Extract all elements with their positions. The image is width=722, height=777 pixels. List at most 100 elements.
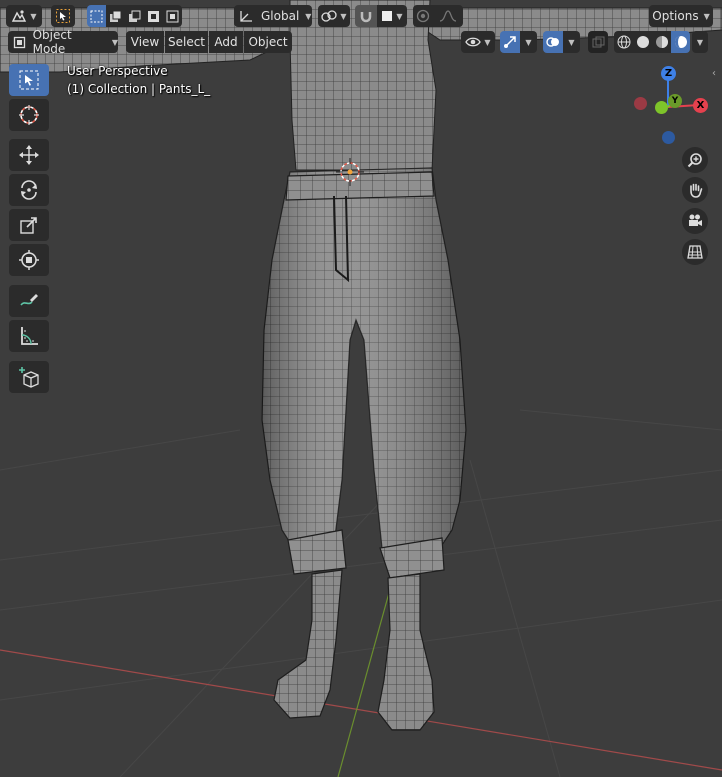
zoom-button[interactable] — [682, 147, 708, 173]
blender-3d-viewport-editor: ▼ Global ▼ ▼ ▼ Options ▼ Object Mode ▼ V… — [0, 0, 722, 777]
rendered-sphere-icon — [674, 36, 687, 48]
editor-type-button[interactable]: ▼ — [6, 5, 42, 27]
gizmo-toggle[interactable] — [500, 31, 520, 53]
measure-ruler-icon — [21, 327, 38, 345]
body-mesh[interactable] — [0, 0, 722, 731]
transform-orientation-dropdown[interactable]: Global ▼ — [234, 5, 312, 27]
chevron-left-icon: ‹ — [712, 68, 716, 79]
3d-viewport[interactable]: ▼ Global ▼ ▼ ▼ Options ▼ Object Mode ▼ V… — [0, 0, 722, 777]
gizmo-z-axis[interactable]: Z — [661, 66, 676, 81]
sidebar-toggle[interactable]: ‹ — [710, 60, 722, 90]
tool-scale[interactable] — [9, 209, 49, 241]
rotate-icon — [21, 180, 37, 200]
select-subtract-button[interactable] — [125, 5, 144, 27]
proportional-falloff-dropdown[interactable] — [433, 5, 463, 27]
floor-grid — [0, 409, 722, 777]
move-icon — [19, 145, 39, 165]
select-new-icon — [90, 10, 103, 22]
pan-button[interactable] — [682, 177, 708, 203]
object-mode-label: Object Mode — [32, 28, 72, 56]
editor-type-icon — [12, 10, 27, 22]
select-new-button[interactable] — [87, 5, 106, 27]
shading-dropdown[interactable]: ▼ — [692, 31, 708, 53]
add-cube-icon — [19, 367, 39, 388]
hand-icon — [690, 183, 703, 198]
tool-add-cube[interactable] — [9, 361, 49, 393]
grid-icon — [687, 245, 703, 259]
menu-select[interactable]: Select — [165, 31, 208, 53]
camera-icon — [689, 214, 702, 226]
select-box-icon — [19, 70, 39, 90]
tool-transform[interactable] — [9, 244, 49, 276]
shading-solid-button[interactable] — [633, 31, 652, 53]
menu-add[interactable]: Add — [209, 31, 243, 53]
options-label: Options — [652, 9, 699, 23]
zoom-icon — [687, 153, 702, 168]
select-extend-button[interactable] — [106, 5, 125, 27]
snap-increment-icon — [382, 11, 393, 21]
tool-cursor[interactable] — [9, 99, 49, 131]
viewport-collection-info: (1) Collection | Pants_L_ — [67, 82, 211, 96]
menu-object[interactable]: Object — [244, 31, 292, 53]
annotate-pencil-icon — [20, 294, 38, 306]
wireframe-sphere-icon — [617, 35, 630, 49]
options-dropdown[interactable]: Options ▼ — [649, 5, 713, 27]
xray-icon — [592, 36, 604, 47]
select-invert-button[interactable] — [144, 5, 163, 27]
orthographic-toggle-button[interactable] — [682, 239, 708, 265]
visibility-dropdown[interactable]: ▼ — [461, 31, 495, 53]
shading-mode-group — [614, 31, 690, 53]
navigation-gizmo[interactable]: Z Y X — [626, 60, 716, 146]
tool-select-box[interactable] — [9, 64, 49, 96]
object-mode-dropdown[interactable]: Object Mode ▼ — [8, 28, 118, 56]
pivot-point-icon — [321, 10, 338, 22]
select-extend-icon — [110, 10, 122, 22]
orientation-axes-icon — [240, 11, 252, 22]
select-tool-button[interactable] — [51, 5, 75, 27]
viewport-view-name: User Perspective — [67, 64, 168, 78]
select-subtract-icon — [129, 10, 141, 22]
orientation-label: Global — [261, 9, 300, 23]
scale-icon — [20, 217, 37, 234]
shading-material-button[interactable] — [652, 31, 671, 53]
gizmo-icon — [504, 36, 516, 48]
tool-annotate[interactable] — [9, 285, 49, 317]
select-invert-icon — [148, 10, 159, 22]
object-mode-icon — [13, 36, 26, 48]
tool-measure[interactable] — [9, 320, 49, 352]
camera-view-button[interactable] — [682, 208, 708, 234]
tool-rotate[interactable] — [9, 174, 49, 206]
x-axis-line — [0, 649, 722, 771]
selection-mode-group — [87, 5, 182, 27]
proportional-edit-toggle[interactable] — [413, 5, 433, 27]
gizmo-neg-y[interactable] — [655, 101, 668, 114]
overlays-dropdown[interactable]: ▼ — [563, 31, 580, 53]
transform-icon — [19, 250, 39, 270]
magnet-icon — [360, 12, 372, 23]
snap-target-dropdown[interactable]: ▼ — [377, 5, 407, 27]
header-row-menus: Object Mode ▼ View Select Add Object ▼ ▼… — [0, 28, 722, 56]
tool-move[interactable] — [9, 139, 49, 171]
falloff-curve-icon — [439, 10, 457, 22]
xray-toggle[interactable] — [588, 31, 608, 53]
shading-rendered-button[interactable] — [671, 31, 690, 53]
proportional-edit-icon — [416, 9, 430, 23]
shading-wireframe-button[interactable] — [614, 31, 633, 53]
viewport-scene[interactable] — [0, 0, 722, 777]
gizmo-neg-x[interactable] — [634, 97, 647, 110]
gizmo-neg-z[interactable] — [662, 131, 675, 144]
eye-icon — [465, 37, 482, 47]
solid-sphere-icon — [636, 36, 649, 48]
material-sphere-icon — [655, 36, 668, 48]
pivot-point-dropdown[interactable]: ▼ — [318, 5, 350, 27]
select-intersect-button[interactable] — [163, 5, 182, 27]
header-row-tools: ▼ Global ▼ ▼ ▼ Options ▼ — [0, 3, 722, 30]
menu-view[interactable]: View — [126, 31, 164, 53]
overlays-icon — [546, 37, 559, 47]
gizmo-dropdown[interactable]: ▼ — [520, 31, 537, 53]
overlays-toggle[interactable] — [543, 31, 563, 53]
gizmo-x-axis[interactable]: X — [693, 98, 708, 113]
snap-toggle[interactable] — [355, 5, 377, 27]
select-intersect-icon — [166, 10, 179, 22]
gizmo-y-axis[interactable]: Y — [668, 94, 682, 108]
